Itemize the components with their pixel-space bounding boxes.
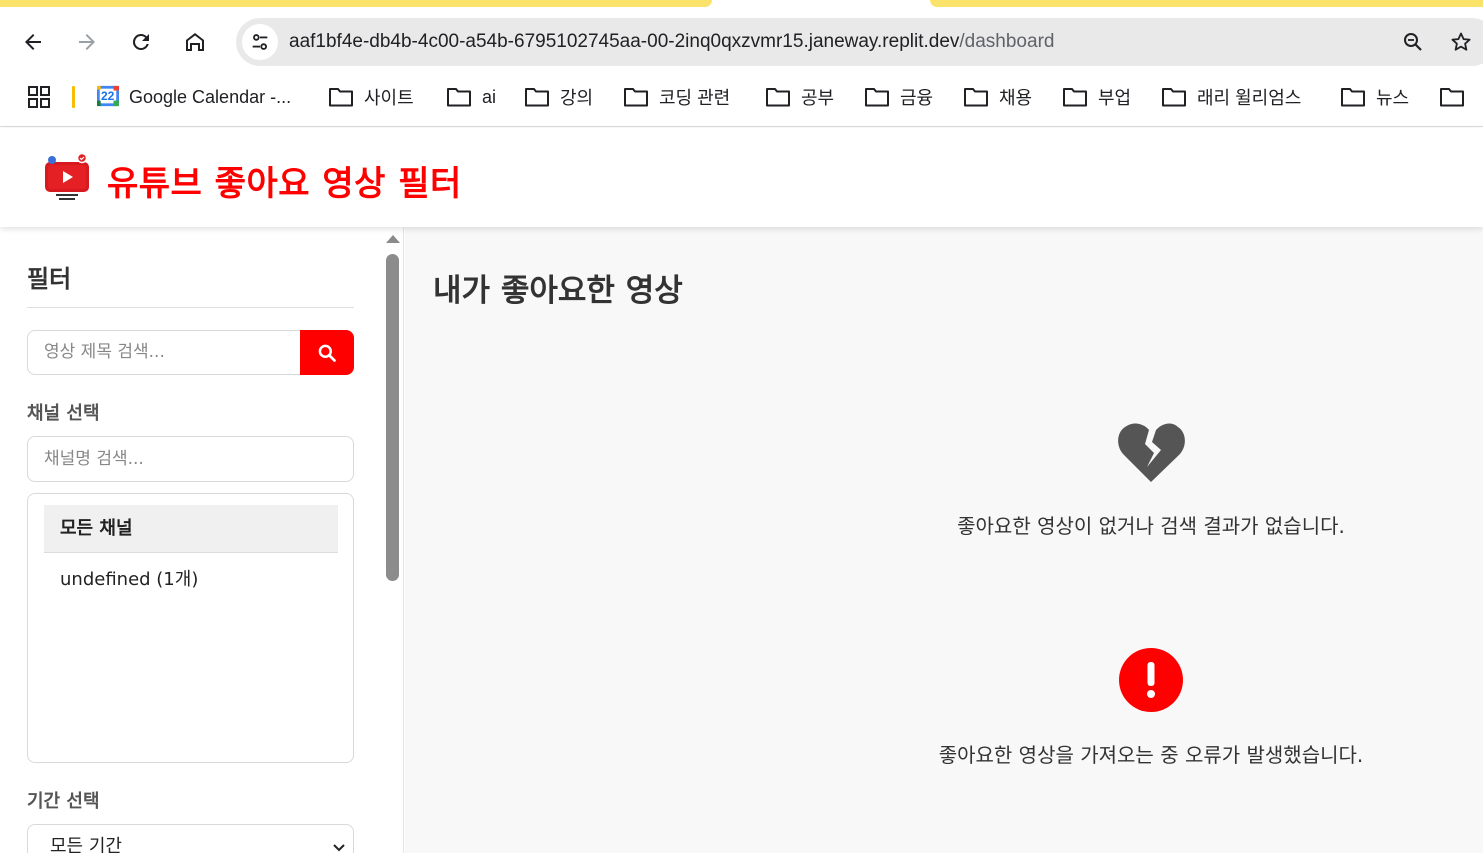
- url-host: aaf1bf4e-db4b-4c00-a54b-6795102745aa-00-…: [289, 31, 960, 52]
- apps-grid-icon[interactable]: [27, 85, 51, 109]
- bookmark-folder-jobs[interactable]: 채용: [963, 83, 1032, 111]
- filter-sidebar: 필터 영상 제목 검색... 채널 선택 채널명 검색... 모든 채널 und…: [0, 227, 404, 853]
- folder-icon: [865, 88, 889, 107]
- sidebar-scrollbar[interactable]: [381, 227, 403, 853]
- period-select-label: 기간 선택: [27, 791, 100, 812]
- bookmark-label: ai: [482, 86, 497, 107]
- channel-list: 모든 채널 undefined (1개): [27, 493, 354, 763]
- scrollbar-thumb[interactable]: [386, 254, 399, 581]
- bookmark-label: 금융: [900, 88, 934, 108]
- bookmark-folder-lectures[interactable]: 강의: [524, 83, 593, 111]
- forward-button[interactable]: [67, 22, 107, 62]
- back-button[interactable]: [13, 22, 53, 62]
- zoom-icon[interactable]: [1401, 30, 1425, 54]
- error-alert-icon: [1119, 648, 1183, 712]
- bookmark-label: 래리 윌리엄스: [1197, 88, 1302, 108]
- sidebar-divider: [27, 307, 354, 308]
- folder-icon: [1063, 88, 1087, 107]
- google-calendar-icon: 22: [95, 85, 121, 109]
- app-title: 유튜브 좋아요 영상 필터: [107, 164, 462, 204]
- error-state: 좋아요한 영상을 가져오는 중 오류가 발생했습니다.: [405, 647, 1483, 768]
- period-select[interactable]: 모든 기간: [27, 824, 354, 853]
- bookmark-label: Google Calendar -...: [129, 86, 292, 107]
- broken-heart-icon: [1118, 423, 1185, 482]
- active-tab-edge[interactable]: [0, 0, 712, 7]
- bookmark-label: 강의: [560, 88, 594, 108]
- bookmark-google-calendar[interactable]: 22 Google Calendar -...: [95, 83, 291, 111]
- app-header: 유튜브 좋아요 영상 필터: [0, 128, 1483, 227]
- arrow-left-icon: [25, 34, 41, 50]
- bookmark-folder-overflow[interactable]: [1439, 83, 1483, 111]
- folder-icon: [1162, 88, 1186, 107]
- bookmark-folder-ai[interactable]: ai: [446, 83, 496, 111]
- bookmark-label: 코딩 관련: [659, 88, 731, 108]
- channel-select-label: 채널 선택: [27, 403, 100, 424]
- bookmark-label: 채용: [999, 88, 1033, 108]
- bookmark-label: 공부: [801, 88, 835, 108]
- video-title-search-input[interactable]: 영상 제목 검색...: [27, 330, 301, 375]
- bookmark-folder-news[interactable]: 뉴스: [1340, 83, 1409, 111]
- bookmark-folder-finance[interactable]: 금융: [864, 83, 933, 111]
- chevron-down-icon: [333, 844, 345, 852]
- bookmark-folder-coding[interactable]: 코딩 관련: [623, 83, 730, 111]
- inactive-tab-edge[interactable]: [930, 0, 1483, 7]
- search-icon: [318, 344, 336, 362]
- reload-button[interactable]: [121, 22, 161, 62]
- folder-icon: [964, 88, 988, 107]
- reload-icon: [132, 33, 149, 50]
- bookmark-label: 부업: [1098, 88, 1132, 108]
- folder-icon: [1341, 88, 1365, 107]
- page-title: 내가 좋아요한 영상: [433, 273, 683, 309]
- bookmark-label: 사이트: [364, 88, 414, 108]
- bookmarks-separator: [72, 86, 75, 108]
- channel-item-all[interactable]: 모든 채널: [44, 505, 338, 553]
- home-button[interactable]: [175, 22, 215, 62]
- period-select-value: 모든 기간: [50, 836, 122, 853]
- bookmark-folder-side-job[interactable]: 부업: [1062, 83, 1131, 111]
- search-button[interactable]: [300, 330, 354, 375]
- site-info-button[interactable]: [242, 24, 278, 60]
- folder-icon: [1440, 88, 1464, 107]
- sidebar-title: 필터: [27, 265, 72, 293]
- main-content: 내가 좋아요한 영상 좋아요한 영상이 없거나 검색 결과가 없습니다. 좋아요…: [405, 227, 1483, 853]
- bookmarks-bar: 22 Google Calendar -... 사이트 ai 강의 코딩 관련 …: [0, 75, 1483, 127]
- error-message: 좋아요한 영상을 가져오는 중 오류가 발생했습니다.: [938, 743, 1364, 767]
- bookmark-folder-study[interactable]: 공부: [765, 83, 834, 111]
- youtube-heart-logo-icon: [45, 152, 89, 200]
- bookmark-folder-sites[interactable]: 사이트: [328, 83, 414, 111]
- empty-message: 좋아요한 영상이 없거나 검색 결과가 없습니다.: [957, 514, 1345, 538]
- url-text[interactable]: aaf1bf4e-db4b-4c00-a54b-6795102745aa-00-…: [289, 30, 1054, 54]
- folder-icon: [447, 88, 471, 107]
- calendar-day: 22: [101, 89, 115, 103]
- channel-search-input[interactable]: 채널명 검색...: [27, 436, 354, 482]
- folder-icon: [329, 88, 353, 107]
- folder-icon: [624, 88, 648, 107]
- tab-strip: [0, 0, 1483, 7]
- bookmark-star-icon[interactable]: [1449, 30, 1473, 54]
- arrow-right-icon: [79, 34, 95, 50]
- folder-icon: [766, 88, 790, 107]
- empty-state: 좋아요한 영상이 없거나 검색 결과가 없습니다.: [405, 422, 1483, 539]
- url-path: /dashboard: [959, 31, 1055, 52]
- bookmark-folder-larry-williams[interactable]: 래리 윌리엄스: [1161, 83, 1301, 111]
- folder-icon: [525, 88, 549, 107]
- browser-toolbar: aaf1bf4e-db4b-4c00-a54b-6795102745aa-00-…: [0, 7, 1483, 75]
- channel-item[interactable]: undefined (1개): [44, 556, 338, 604]
- address-bar[interactable]: aaf1bf4e-db4b-4c00-a54b-6795102745aa-00-…: [236, 18, 1483, 66]
- scroll-up-arrow-icon[interactable]: [386, 235, 400, 243]
- home-icon: [186, 33, 204, 51]
- tune-icon: [252, 34, 268, 50]
- bookmark-label: 뉴스: [1376, 88, 1410, 108]
